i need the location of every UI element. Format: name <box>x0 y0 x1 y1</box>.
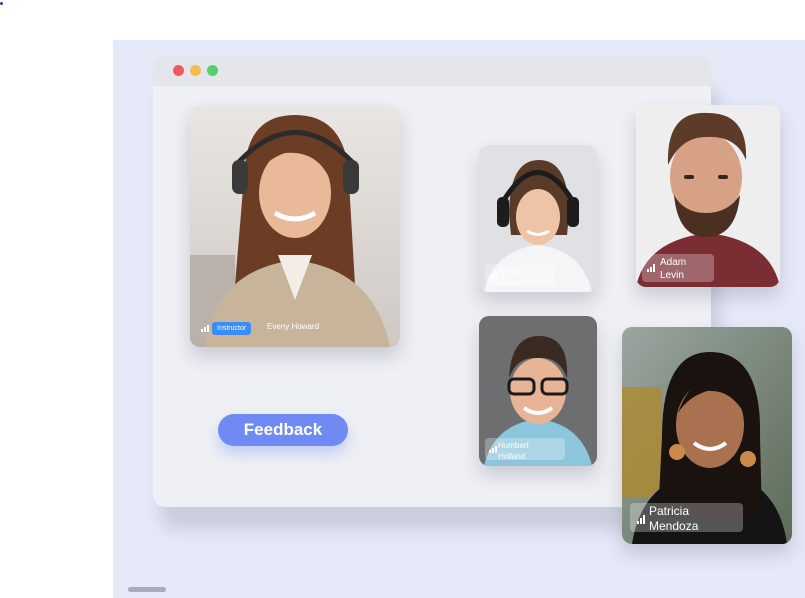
instructor-badge: Instructor <box>212 322 252 335</box>
maximize-window-button[interactable] <box>207 65 218 76</box>
instructor-video-tile[interactable]: Instructor Eveny Howard <box>190 105 400 347</box>
participant-label: Patricia Mendoza <box>630 503 743 533</box>
feedback-button[interactable]: Feedback <box>218 414 348 446</box>
instructor-name: Eveny Howard <box>267 322 320 331</box>
signal-bars-icon <box>201 325 209 332</box>
participant-label: Adam Levin <box>642 254 714 282</box>
minimize-window-button[interactable] <box>190 65 201 76</box>
participant-label: Humbert Holland <box>485 438 565 461</box>
close-window-button[interactable] <box>173 65 184 76</box>
signal-bars-icon <box>489 446 497 453</box>
participant-name: Humbert Holland <box>498 441 529 461</box>
participant-name: Patricia Mendoza <box>649 504 699 533</box>
title-bar <box>153 55 711 86</box>
participant-name: Tamara Clarke <box>498 267 525 287</box>
signal-bars-icon <box>489 272 497 279</box>
participant-tile-adam[interactable]: Adam Levin <box>636 105 780 287</box>
participant-tile-humbert[interactable]: Humbert Holland <box>479 316 597 466</box>
signal-bars-icon <box>647 264 655 272</box>
participant-tile-tamara[interactable]: Tamara Clarke <box>479 145 597 292</box>
instructor-video-feed <box>190 105 400 347</box>
participant-name: Adam Levin <box>660 257 687 281</box>
signal-bars-icon <box>637 515 645 524</box>
participant-label: Tamara Clarke <box>485 264 555 287</box>
scroll-handle[interactable] <box>128 587 166 592</box>
corner-dot <box>0 2 3 5</box>
participant-tile-patricia[interactable]: Patricia Mendoza <box>622 327 792 544</box>
